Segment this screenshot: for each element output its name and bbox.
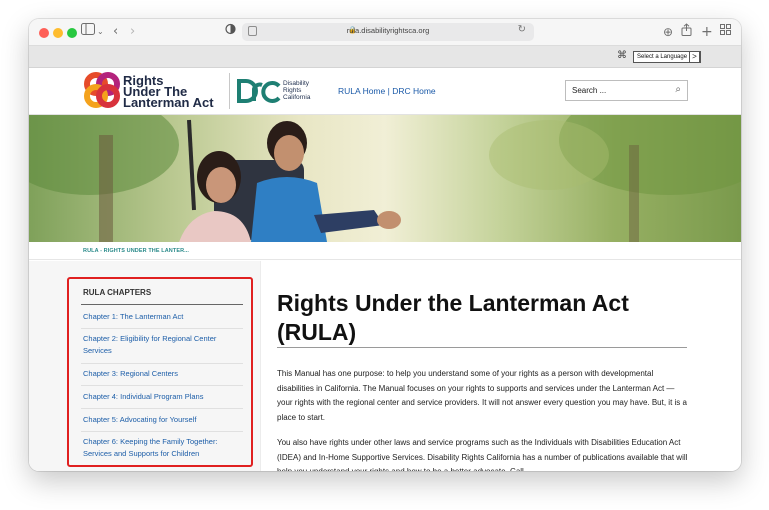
chapter-separator xyxy=(81,385,243,386)
search-input[interactable]: Search ... ⌕ xyxy=(565,80,688,101)
chapter-link-5[interactable]: Chapter 5: Advocating for Yourself xyxy=(81,414,243,426)
drc-logo-text: Disability Rights California xyxy=(283,80,310,101)
title-divider xyxy=(277,347,687,348)
intro-paragraph: This Manual has one purpose: to help you… xyxy=(277,369,687,422)
chapter-link-2[interactable]: Chapter 2: Eligibility for Regional Cent… xyxy=(81,333,243,357)
language-bar: ⌘ Select a Language > xyxy=(29,46,741,68)
chapter-link-4[interactable]: Chapter 4: Individual Program Plans xyxy=(81,391,243,403)
logo-line-3: Lanterman Act xyxy=(123,95,214,110)
rula-logo-text[interactable]: Rights Under The Lanterman Act xyxy=(123,74,214,110)
forward-icon[interactable]: › xyxy=(130,23,135,41)
chapters-title: RULA CHAPTERS xyxy=(83,288,152,297)
drc-home-link[interactable]: DRC Home xyxy=(392,86,435,96)
hero-photo xyxy=(29,115,741,242)
reload-icon[interactable]: ↻ xyxy=(518,24,526,35)
site-header: Rights Under The Lanterman Act Disabilit… xyxy=(29,68,741,115)
download-icon[interactable]: ⊕ xyxy=(663,23,673,41)
chapter-separator xyxy=(81,408,243,409)
browser-window: ⌄ ‹ › 🔒 rula.disabilityrightsca.org ↻ ⊕ … xyxy=(29,19,741,471)
page-content: RULA CHAPTERS Chapter 1: The Lanterman A… xyxy=(29,261,741,471)
chapter-link-3[interactable]: Chapter 3: Regional Centers xyxy=(81,368,243,380)
search-placeholder: Search ... xyxy=(572,86,607,95)
breadcrumb[interactable]: RULA - RIGHTS UNDER THE LANTER... xyxy=(83,248,189,254)
url-text: rula.disabilityrightsca.org xyxy=(346,26,430,35)
chapter-separator xyxy=(81,328,243,329)
chapters-divider xyxy=(81,304,243,305)
language-go-button[interactable]: > xyxy=(689,51,700,63)
new-tab-icon[interactable]: + xyxy=(701,23,713,41)
chapter-separator xyxy=(81,363,243,364)
tab-overview-icon[interactable] xyxy=(720,23,731,41)
page-title: Rights Under the Lanterman Act (RULA) xyxy=(277,290,629,345)
drc-logo-icon[interactable] xyxy=(236,77,282,105)
drc-line-2: Rights xyxy=(283,87,302,94)
share-icon[interactable] xyxy=(681,23,692,42)
rula-logo-icon[interactable] xyxy=(84,72,120,108)
browser-toolbar: ⌄ ‹ › 🔒 rula.disabilityrightsca.org ↻ ⊕ … xyxy=(29,19,741,46)
logo-divider xyxy=(229,73,230,109)
rights-paragraph: You also have rights under other laws an… xyxy=(277,438,688,471)
chapters-box: RULA CHAPTERS Chapter 1: The Lanterman A… xyxy=(67,277,253,467)
minimize-window-button[interactable] xyxy=(53,28,63,38)
zoom-window-button[interactable] xyxy=(67,28,77,38)
shield-icon[interactable] xyxy=(225,23,236,41)
chapter-link-6[interactable]: Chapter 6: Keeping the Family Together: … xyxy=(81,436,243,460)
search-icon[interactable]: ⌕ xyxy=(675,84,681,95)
sidebar-toggle-icon[interactable] xyxy=(81,23,95,41)
chevron-down-icon[interactable]: ⌄ xyxy=(97,23,104,41)
home-links: RULA Home | DRC Home xyxy=(338,86,436,96)
drc-line-1: Disability xyxy=(283,80,310,87)
chapter-separator xyxy=(81,431,243,432)
close-window-button[interactable] xyxy=(39,28,49,38)
rula-home-link[interactable]: RULA Home xyxy=(338,86,385,96)
hero-image xyxy=(29,115,741,242)
breadcrumb-bar: RULA - RIGHTS UNDER THE LANTER... xyxy=(29,242,741,260)
back-icon[interactable]: ‹ xyxy=(113,23,118,41)
sidebar: RULA CHAPTERS Chapter 1: The Lanterman A… xyxy=(29,261,261,471)
chapter-link-1[interactable]: Chapter 1: The Lanterman Act xyxy=(81,311,243,323)
translate-icon: ⌘ xyxy=(617,50,627,61)
address-bar[interactable]: 🔒 rula.disabilityrightsca.org ↻ xyxy=(242,23,534,41)
drc-line-3: California xyxy=(283,94,311,101)
